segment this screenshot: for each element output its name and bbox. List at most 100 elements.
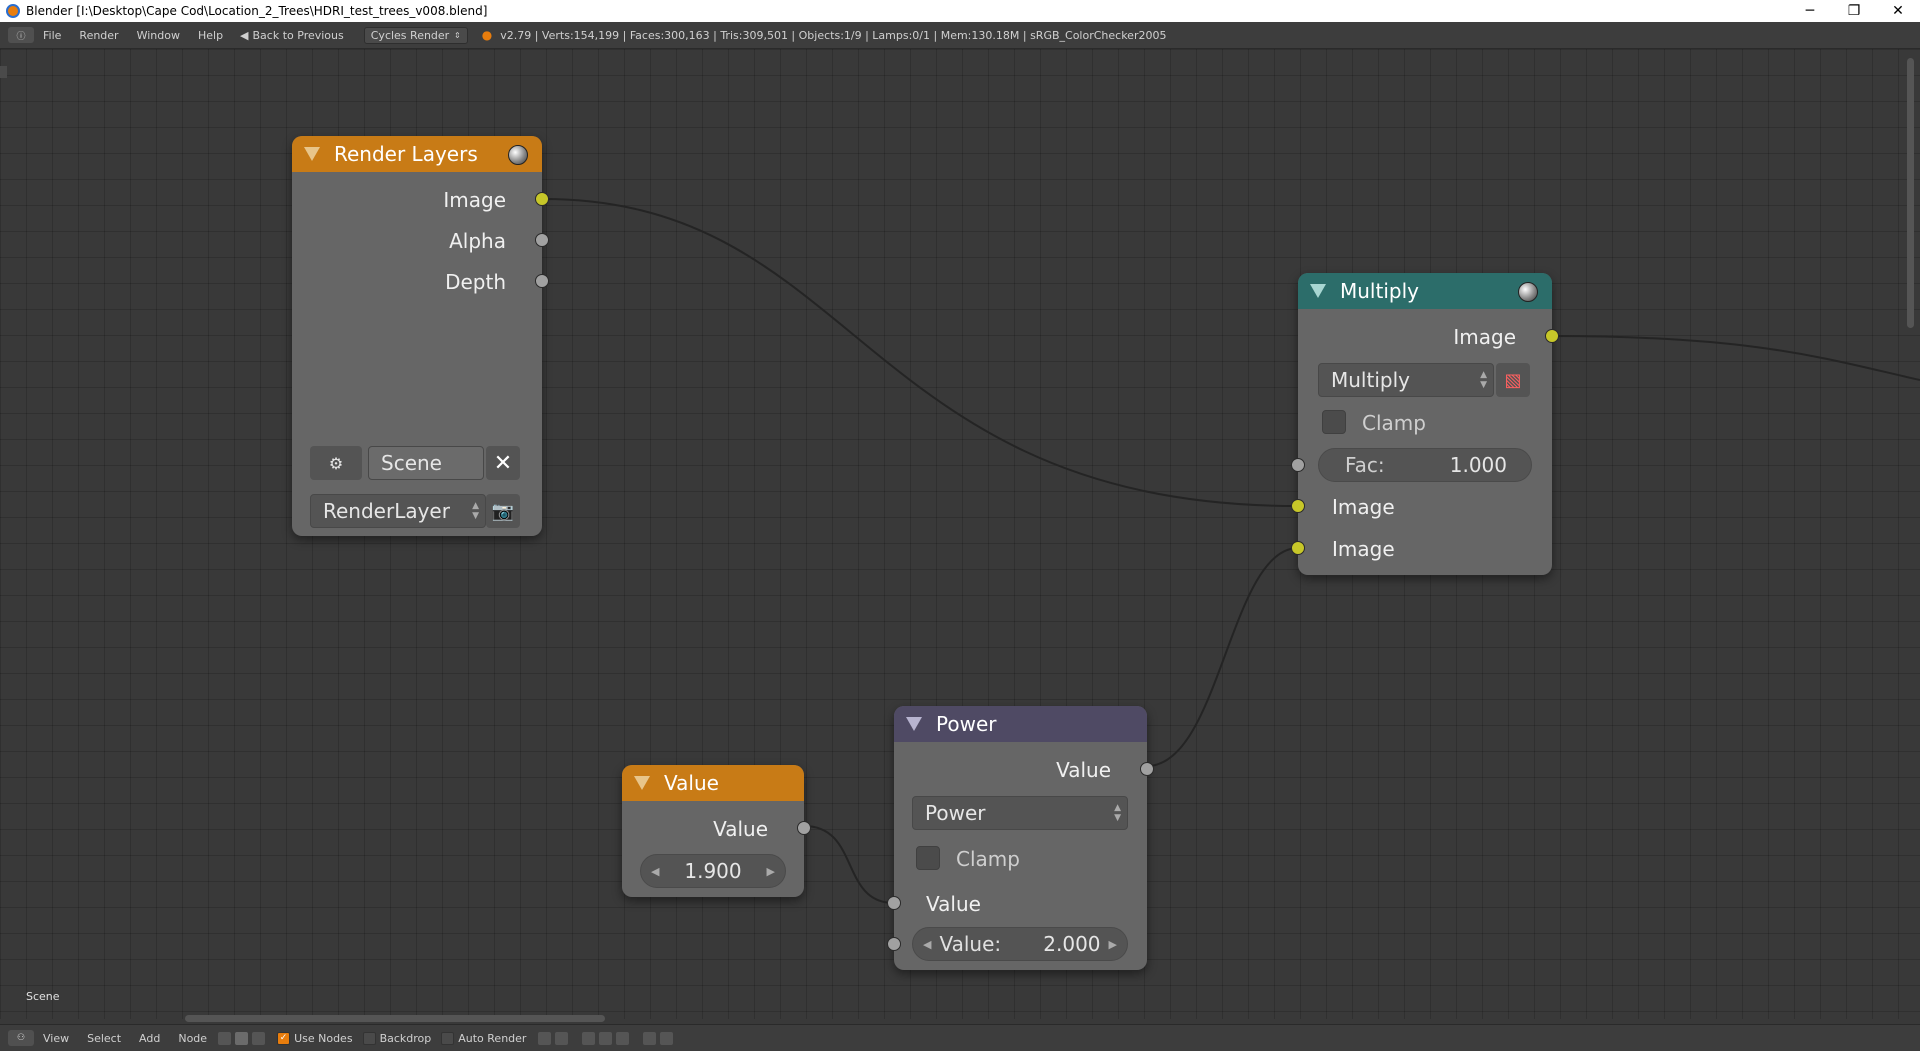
collapse-triangle-icon[interactable] xyxy=(634,776,650,790)
fac-field[interactable]: Fac: 1.000 xyxy=(1318,448,1532,482)
input-value-2-number: 2.000 xyxy=(1043,932,1101,956)
output-image-label: Image xyxy=(1453,325,1516,349)
input-image-2-socket[interactable] xyxy=(1291,541,1305,555)
node-editor-header: ⚇ View Select Add Node ✓ Use Nodes Backd… xyxy=(0,1024,1920,1051)
output-image-label: Image xyxy=(443,188,506,212)
clamp-label: Clamp xyxy=(956,847,1020,871)
input-value-2-field[interactable]: ◀ Value: 2.000 ▶ xyxy=(912,927,1128,961)
backdrop-checkbox[interactable] xyxy=(362,1031,376,1045)
menu-window[interactable]: Window xyxy=(128,29,189,42)
value-header[interactable]: Value xyxy=(622,765,804,801)
shader-nodes-icon[interactable] xyxy=(218,1031,232,1045)
editor-type-button[interactable]: ⓘ xyxy=(8,27,34,43)
render-layers-node[interactable]: Render Layers Image Alpha Depth ⚙ Scene … xyxy=(292,136,549,536)
editor-type-button[interactable]: ⚇ xyxy=(8,1030,34,1046)
chevron-updown-icon: ⇕ xyxy=(454,30,461,40)
output-alpha-socket[interactable] xyxy=(535,233,549,247)
value-node[interactable]: Value Value ◀ 1.900 ▶ xyxy=(622,765,811,897)
multiply-title: Multiply xyxy=(1340,279,1419,303)
blend-type-select[interactable]: Multiply ▲ ▼ xyxy=(1318,363,1494,397)
scene-stats: v2.79 | Verts:154,199 | Faces:300,163 | … xyxy=(500,28,1167,42)
menu-view[interactable]: View xyxy=(34,1032,78,1045)
render-layer-button[interactable]: 📷 xyxy=(486,494,520,528)
multiply-header[interactable]: Multiply xyxy=(1298,273,1552,309)
unlink-scene-button[interactable]: ✕ xyxy=(486,446,520,480)
output-image-socket[interactable] xyxy=(535,192,549,206)
input-image-2-label: Image xyxy=(1332,537,1395,561)
scene-name-label: Scene xyxy=(26,990,60,1003)
snap-icon[interactable] xyxy=(582,1031,596,1045)
vertical-scrollbar[interactable] xyxy=(1907,58,1914,328)
menu-file[interactable]: File xyxy=(34,29,70,42)
scene-browse-button[interactable]: ⚙ xyxy=(310,446,362,480)
render-engine-select[interactable]: Cycles Render ⇕ xyxy=(363,26,468,44)
render-layers-header[interactable]: Render Layers xyxy=(292,136,542,172)
close-icon: ✕ xyxy=(493,450,513,476)
paste-nodes-icon[interactable] xyxy=(660,1031,674,1045)
scene-field[interactable]: Scene xyxy=(368,446,484,480)
output-value-label: Value xyxy=(713,817,768,841)
fac-input-socket[interactable] xyxy=(1291,458,1305,472)
use-alpha-button[interactable]: ▧ xyxy=(1496,363,1530,397)
collapse-triangle-icon[interactable] xyxy=(1310,284,1326,298)
clamp-label: Clamp xyxy=(1362,411,1426,435)
scene-value: Scene xyxy=(381,451,442,475)
render-layer-select[interactable]: RenderLayer ▲ ▼ xyxy=(310,494,486,528)
output-value-socket[interactable] xyxy=(1140,762,1154,776)
restore-button[interactable]: ❐ xyxy=(1832,0,1876,22)
input-value-1-socket[interactable] xyxy=(887,896,901,910)
render-engine-value: Cycles Render xyxy=(370,28,450,42)
auto-render-checkbox[interactable] xyxy=(441,1031,455,1045)
increment-arrow-icon[interactable]: ▶ xyxy=(767,865,775,878)
increment-arrow-icon[interactable]: ▶ xyxy=(1109,938,1117,951)
chevron-updown-icon: ▲ ▼ xyxy=(472,501,479,521)
collapse-triangle-icon[interactable] xyxy=(304,147,320,161)
menu-help[interactable]: Help xyxy=(189,29,232,42)
chevron-updown-icon: ▲ ▼ xyxy=(1480,370,1487,390)
horizontal-scrollbar[interactable] xyxy=(185,1015,605,1022)
menu-render[interactable]: Render xyxy=(70,29,127,42)
toolshelf-tab[interactable] xyxy=(0,66,7,78)
clamp-checkbox[interactable] xyxy=(1322,410,1346,434)
pin-icon[interactable] xyxy=(538,1031,552,1045)
snap-element-icon[interactable] xyxy=(599,1031,613,1045)
operation-value: Power xyxy=(925,801,986,825)
value-field[interactable]: ◀ 1.900 ▶ xyxy=(640,854,786,888)
back-to-previous-button[interactable]: ◀ Back to Previous xyxy=(232,29,352,42)
info-icon: ⓘ xyxy=(16,31,26,42)
operation-select[interactable]: Power ▲ ▼ xyxy=(912,796,1128,830)
value-number: 1.900 xyxy=(684,859,742,883)
power-header[interactable]: Power xyxy=(894,706,1147,742)
output-depth-socket[interactable] xyxy=(535,274,549,288)
render-layer-value: RenderLayer xyxy=(323,499,450,523)
decrement-arrow-icon[interactable]: ◀ xyxy=(923,938,931,951)
menu-add[interactable]: Add xyxy=(130,1032,169,1045)
minimize-button[interactable]: ─ xyxy=(1788,0,1832,22)
close-button[interactable]: ✕ xyxy=(1876,0,1920,22)
checker-icon: ▧ xyxy=(1504,369,1522,391)
input-value-1-label: Value xyxy=(926,892,981,916)
use-nodes-label: Use Nodes xyxy=(294,1031,353,1045)
back-icon: ◀ xyxy=(240,28,249,42)
multiply-node[interactable]: Multiply Image Multiply ▲ ▼ ▧ Clamp Fac: … xyxy=(1291,273,1559,575)
texture-nodes-icon[interactable] xyxy=(252,1031,266,1045)
output-value-socket[interactable] xyxy=(797,821,811,835)
output-image-socket[interactable] xyxy=(1545,329,1559,343)
preview-sphere-icon[interactable] xyxy=(1518,282,1538,302)
use-nodes-checkbox[interactable]: ✓ xyxy=(277,1031,291,1045)
back-to-previous-label: Back to Previous xyxy=(252,28,344,42)
collapse-triangle-icon[interactable] xyxy=(906,717,922,731)
input-image-1-socket[interactable] xyxy=(1291,499,1305,513)
snap-target-icon[interactable] xyxy=(616,1031,630,1045)
copy-nodes-icon[interactable] xyxy=(643,1031,657,1045)
compositing-nodes-icon[interactable] xyxy=(235,1031,249,1045)
power-node[interactable]: Power Value Power ▲ ▼ Clamp Value ◀ Value… xyxy=(887,706,1154,970)
decrement-arrow-icon[interactable]: ◀ xyxy=(651,865,659,878)
parent-tree-icon[interactable] xyxy=(555,1031,569,1045)
clamp-checkbox[interactable] xyxy=(916,846,940,870)
input-value-2-socket[interactable] xyxy=(887,937,901,951)
menu-select[interactable]: Select xyxy=(78,1032,130,1045)
menu-node[interactable]: Node xyxy=(169,1032,216,1045)
chevron-updown-icon: ▲ ▼ xyxy=(1114,803,1121,823)
preview-sphere-icon[interactable] xyxy=(508,145,528,165)
